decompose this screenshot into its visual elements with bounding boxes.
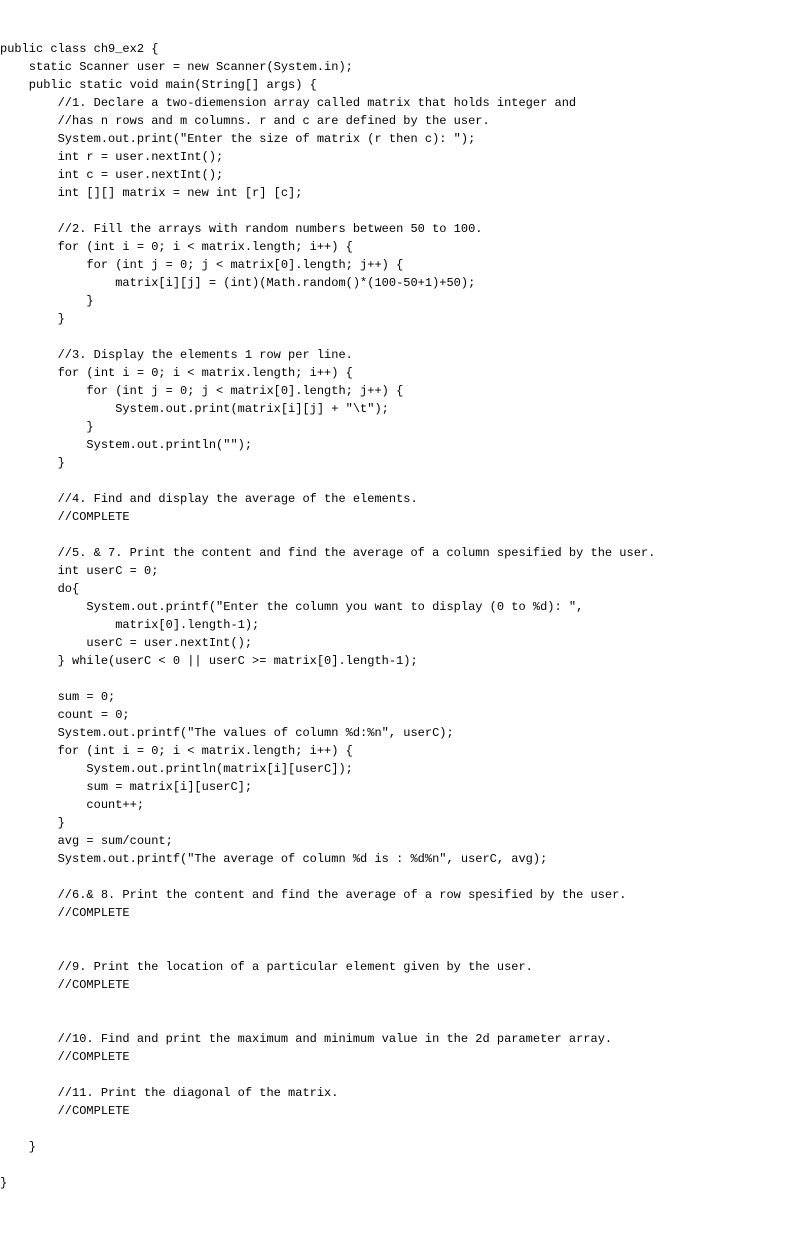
code-line: System.out.println(matrix[i][userC]);	[0, 762, 353, 776]
code-line: //1. Declare a two-diemension array call…	[0, 96, 576, 110]
code-line: //5. & 7. Print the content and find the…	[0, 546, 655, 560]
code-line: userC = user.nextInt();	[0, 636, 252, 650]
code-line: static Scanner user = new Scanner(System…	[0, 60, 353, 74]
code-line: //4. Find and display the average of the…	[0, 492, 418, 506]
code-line: for (int i = 0; i < matrix.length; i++) …	[0, 240, 353, 254]
code-line: }	[0, 1176, 7, 1190]
code-line: } while(userC < 0 || userC >= matrix[0].…	[0, 654, 418, 668]
code-line: count = 0;	[0, 708, 130, 722]
code-line: }	[0, 294, 94, 308]
code-line: int userC = 0;	[0, 564, 158, 578]
code-line: for (int i = 0; i < matrix.length; i++) …	[0, 366, 353, 380]
code-line: //COMPLETE	[0, 510, 130, 524]
code-line: System.out.printf("The average of column…	[0, 852, 547, 866]
code-line: //2. Fill the arrays with random numbers…	[0, 222, 482, 236]
code-line: int [][] matrix = new int [r] [c];	[0, 186, 302, 200]
code-line: avg = sum/count;	[0, 834, 173, 848]
code-line: //COMPLETE	[0, 1104, 130, 1118]
code-line: count++;	[0, 798, 144, 812]
code-line: matrix[0].length-1);	[0, 618, 259, 632]
code-line: for (int j = 0; j < matrix[0].length; j+…	[0, 384, 403, 398]
code-line: System.out.printf("Enter the column you …	[0, 600, 583, 614]
code-line: }	[0, 312, 65, 326]
code-line: int r = user.nextInt();	[0, 150, 223, 164]
code-line: System.out.println("");	[0, 438, 252, 452]
code-line: //has n rows and m columns. r and c are …	[0, 114, 490, 128]
code-line: }	[0, 1140, 36, 1154]
code-line: //COMPLETE	[0, 1050, 130, 1064]
code-line: for (int j = 0; j < matrix[0].length; j+…	[0, 258, 403, 272]
code-line: for (int i = 0; i < matrix.length; i++) …	[0, 744, 353, 758]
code-line: System.out.printf("The values of column …	[0, 726, 454, 740]
code-line: }	[0, 816, 65, 830]
code-line: public static void main(String[] args) {	[0, 78, 317, 92]
code-line: do{	[0, 582, 79, 596]
code-line: System.out.print("Enter the size of matr…	[0, 132, 475, 146]
code-line: System.out.print(matrix[i][j] + "\t");	[0, 402, 389, 416]
code-line: //11. Print the diagonal of the matrix.	[0, 1086, 338, 1100]
code-line: sum = 0;	[0, 690, 115, 704]
code-line: int c = user.nextInt();	[0, 168, 223, 182]
code-line: }	[0, 456, 65, 470]
code-line: }	[0, 420, 94, 434]
code-line: public class ch9_ex2 {	[0, 42, 158, 56]
code-line: //9. Print the location of a particular …	[0, 960, 533, 974]
code-line: //6.& 8. Print the content and find the …	[0, 888, 627, 902]
code-block: public class ch9_ex2 { static Scanner us…	[0, 40, 808, 1192]
code-line: //3. Display the elements 1 row per line…	[0, 348, 353, 362]
code-line: matrix[i][j] = (int)(Math.random()*(100-…	[0, 276, 475, 290]
code-line: //10. Find and print the maximum and min…	[0, 1032, 612, 1046]
code-line: sum = matrix[i][userC];	[0, 780, 252, 794]
code-line: //COMPLETE	[0, 906, 130, 920]
code-line: //COMPLETE	[0, 978, 130, 992]
